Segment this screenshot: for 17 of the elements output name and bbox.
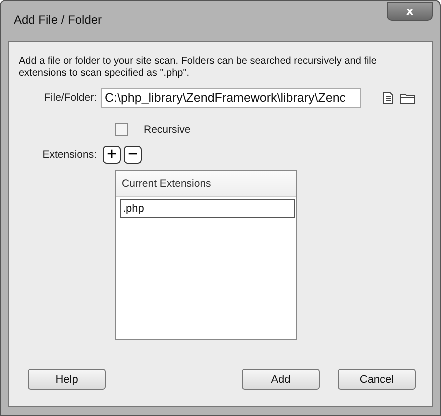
add-extension-button[interactable]: + xyxy=(103,146,121,164)
description-text: Add a file or folder to your site scan. Folders can be searched recursively and file extensions to scan specified as ".php". xyxy=(19,56,378,80)
list-header: Current Extensions xyxy=(116,171,296,197)
extensions-label: Extensions: xyxy=(42,149,97,161)
dialog-button[interactable]: Cancel xyxy=(338,369,416,390)
window-title: Add File / Folder xyxy=(14,13,102,27)
remove-extension-button[interactable]: − xyxy=(124,146,142,164)
dialog-button[interactable]: Help xyxy=(28,369,106,390)
dialog-button[interactable]: Add xyxy=(242,369,320,390)
file-folder-field[interactable]: C:\php_library\ZendFramework\library\Zenc xyxy=(101,88,361,108)
extension-item[interactable]: .php xyxy=(120,199,295,218)
file-folder-label: File/Folder: xyxy=(43,92,97,104)
recursive-checkbox[interactable] xyxy=(115,123,128,136)
folder-icon[interactable] xyxy=(400,92,415,104)
file-icon[interactable] xyxy=(383,92,394,104)
recursive-label: Recursive xyxy=(144,124,191,136)
close-button[interactable]: x xyxy=(387,2,433,21)
